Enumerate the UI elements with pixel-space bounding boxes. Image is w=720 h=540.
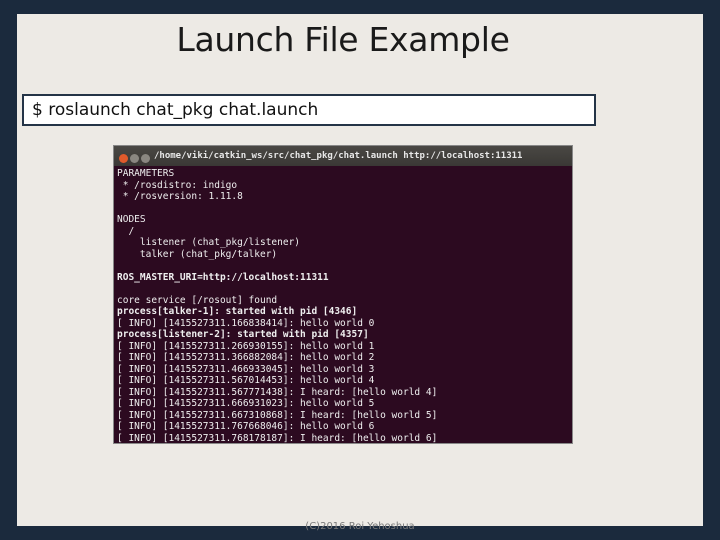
- close-icon[interactable]: [119, 154, 128, 163]
- terminal-line: * /rosdistro: indigo: [117, 179, 238, 191]
- terminal-line: [ INFO] [1415527311.768178187]: I heard:…: [117, 432, 438, 444]
- terminal-output: PARAMETERS * /rosdistro: indigo * /rosve…: [114, 166, 572, 443]
- terminal-line: * /rosversion: 1.11.8: [117, 191, 243, 202]
- terminal-line: /: [117, 225, 135, 237]
- slide-footer: (C)2016 Roi Yehoshua: [305, 521, 415, 532]
- terminal-line: [ INFO] [1415527311.666931023]: hello wo…: [117, 398, 375, 409]
- terminal-line: [ INFO] [1415527311.567771438]: I heard:…: [117, 386, 438, 398]
- terminal-window: /home/viki/catkin_ws/src/chat_pkg/chat.l…: [114, 146, 572, 443]
- terminal-title: /home/viki/catkin_ws/src/chat_pkg/chat.l…: [154, 151, 523, 161]
- terminal-line: [ INFO] [1415527311.366882084]: hello wo…: [117, 352, 375, 363]
- terminal-line: [ INFO] [1415527311.567014453]: hello wo…: [117, 375, 375, 386]
- terminal-line: process[talker-1]: started with pid [434…: [117, 306, 358, 317]
- terminal-line: listener (chat_pkg/listener): [117, 237, 301, 248]
- minimize-icon[interactable]: [130, 154, 139, 163]
- terminal-titlebar: /home/viki/catkin_ws/src/chat_pkg/chat.l…: [114, 146, 572, 166]
- terminal-line: [ INFO] [1415527311.667310868]: I heard:…: [117, 409, 438, 421]
- terminal-line: ROS_MASTER_URI=http://localhost:11311: [117, 271, 329, 283]
- maximize-icon[interactable]: [141, 154, 150, 163]
- slide-title: Launch File Example: [176, 20, 510, 59]
- terminal-line: NODES: [117, 214, 146, 225]
- terminal-line: [ INFO] [1415527311.767668046]: hello wo…: [117, 421, 375, 432]
- command-box: $ roslaunch chat_pkg chat.launch: [22, 94, 596, 126]
- terminal-line: core service [/rosout] found: [117, 294, 278, 306]
- terminal-line: [ INFO] [1415527311.266930155]: hello wo…: [117, 340, 375, 352]
- terminal-line: process[listener-2]: started with pid [4…: [117, 329, 369, 340]
- terminal-line: talker (chat_pkg/talker): [117, 248, 278, 260]
- window-controls: [119, 151, 152, 171]
- terminal-line: [ INFO] [1415527311.166838414]: hello wo…: [117, 317, 375, 329]
- terminal-line: [ INFO] [1415527311.466933045]: hello wo…: [117, 363, 375, 375]
- terminal-line: PARAMETERS: [117, 168, 175, 179]
